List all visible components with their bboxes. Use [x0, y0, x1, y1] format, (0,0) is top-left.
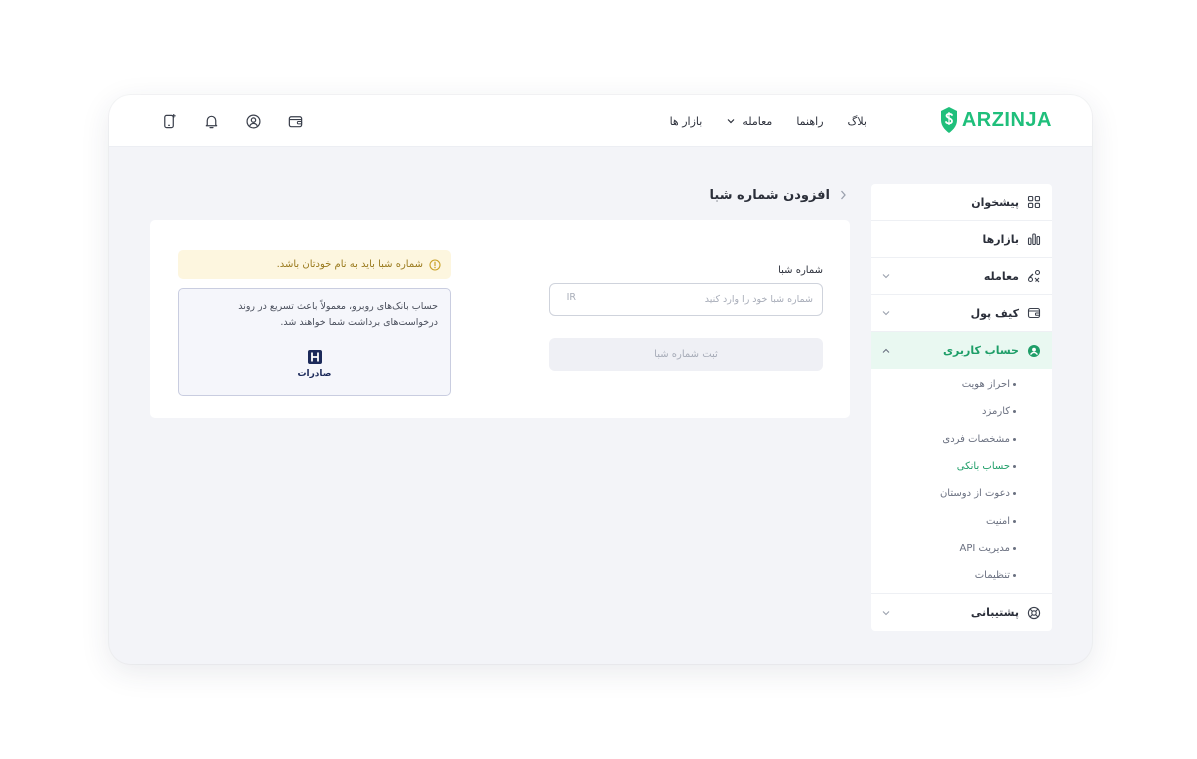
- warning-text: شماره شبا باید به نام خودتان باشد.: [276, 259, 423, 270]
- sidebar-item-label: کیف پول: [970, 306, 1019, 320]
- nav-item-guide[interactable]: راهنما: [796, 115, 823, 128]
- brand-logo[interactable]: ARZINJA: [940, 105, 1052, 135]
- exchange-icon: [1027, 269, 1041, 283]
- chevron-down-icon: [882, 274, 890, 279]
- nav-item-label: بازار ها: [669, 114, 703, 128]
- sheba-form-card: شماره شبا IR ثبت شماره شبا شماره شبا بای…: [150, 220, 850, 418]
- submenu-item-bank-account[interactable]: حساب بانکی: [871, 453, 1052, 480]
- chevron-down-icon: [882, 311, 890, 316]
- nav-item-markets[interactable]: بازار ها: [670, 115, 703, 128]
- wallet-button[interactable]: [285, 111, 305, 131]
- sidebar-item-markets[interactable]: بازارها: [871, 221, 1052, 258]
- sheba-field-label: شماره شبا: [778, 265, 823, 276]
- sidebar: پیشخوان بازارها معامله کیف پول حساب کارب…: [871, 184, 1052, 631]
- chevron-down-icon: [727, 119, 735, 124]
- submit-sheba-button[interactable]: ثبت شماره شبا: [549, 338, 823, 371]
- lifebuoy-icon: [1027, 606, 1041, 620]
- chevron-up-icon: [882, 348, 890, 353]
- submenu-item-fees[interactable]: کارمزد: [871, 398, 1052, 425]
- nav-item-label: راهنما: [796, 114, 824, 128]
- sidebar-item-support[interactable]: پشتیبانی: [871, 594, 1052, 631]
- nav-item-blog[interactable]: بلاگ: [848, 115, 867, 128]
- sidebar-item-dashboard[interactable]: پیشخوان: [871, 184, 1052, 221]
- mobile-icon: [163, 113, 176, 128]
- page-title: افزودن شماره شبا: [710, 185, 848, 205]
- top-header: ARZINJA بازار ها معامله راهنما بلاگ: [109, 95, 1092, 147]
- submenu-item-personal-info[interactable]: مشخصات فردی: [871, 426, 1052, 453]
- header-icons: [159, 109, 305, 133]
- sidebar-item-label: پشتیبانی: [970, 606, 1019, 620]
- account-submenu: احراز هویت کارمزد مشخصات فردی حساب بانکی…: [871, 369, 1052, 595]
- preferred-banks-description: حساب بانک‌های روبرو، معمولاً باعث تسریع …: [238, 301, 438, 328]
- notifications-button[interactable]: [201, 111, 221, 131]
- saderat-logo-icon: [307, 350, 322, 364]
- sidebar-item-wallet[interactable]: کیف پول: [871, 295, 1052, 332]
- mobile-app-button[interactable]: [159, 111, 179, 131]
- bank-saderat: صادرات: [179, 349, 450, 379]
- warning-icon: [429, 258, 441, 271]
- bell-icon: [205, 115, 217, 128]
- user-circle-icon: [245, 113, 261, 129]
- sidebar-item-label: حساب کاربری: [942, 344, 1019, 357]
- sidebar-item-account[interactable]: حساب کاربری: [871, 332, 1052, 369]
- warning-notice: شماره شبا باید به نام خودتان باشد.: [178, 250, 451, 279]
- sidebar-item-label: بازارها: [982, 232, 1019, 246]
- wallet-icon: [1027, 306, 1041, 320]
- grid-icon: [1027, 195, 1041, 209]
- brand-name: ARZINJA: [961, 108, 1052, 131]
- nav-item-label: معامله: [742, 114, 773, 128]
- sidebar-item-label: معامله: [983, 269, 1019, 283]
- chevron-down-icon: [882, 610, 890, 616]
- app-window: ARZINJA بازار ها معامله راهنما بلاگ پیشخ…: [109, 95, 1092, 664]
- sheba-prefix: IR: [566, 292, 576, 303]
- sidebar-item-label: پیشخوان: [971, 195, 1019, 209]
- profile-button[interactable]: [243, 111, 263, 131]
- bank-name: صادرات: [297, 369, 332, 379]
- wallet-icon: [288, 115, 302, 127]
- nav-item-trade[interactable]: معامله: [726, 115, 772, 128]
- submenu-item-verification[interactable]: احراز هویت: [871, 371, 1052, 398]
- nav-item-label: بلاگ: [847, 114, 867, 128]
- main-nav: بازار ها معامله راهنما بلاگ: [670, 95, 867, 147]
- back-chevron-icon[interactable]: [838, 189, 848, 201]
- bar-chart-icon: [1027, 232, 1041, 246]
- sheba-input[interactable]: [549, 283, 823, 316]
- preferred-banks-box: حساب بانک‌های روبرو، معمولاً باعث تسریع …: [178, 288, 451, 396]
- submenu-item-invite-friends[interactable]: دعوت از دوستان: [871, 480, 1052, 507]
- submenu-item-settings[interactable]: تنظیمات: [871, 562, 1052, 589]
- logo-mark-icon: [940, 107, 957, 133]
- submenu-item-api[interactable]: مدیریت API: [871, 535, 1052, 562]
- sidebar-item-trade[interactable]: معامله: [871, 258, 1052, 295]
- submenu-item-security[interactable]: امنیت: [871, 507, 1052, 534]
- page-title-text: افزودن شماره شبا: [709, 187, 830, 203]
- user-circle-icon: [1027, 344, 1041, 358]
